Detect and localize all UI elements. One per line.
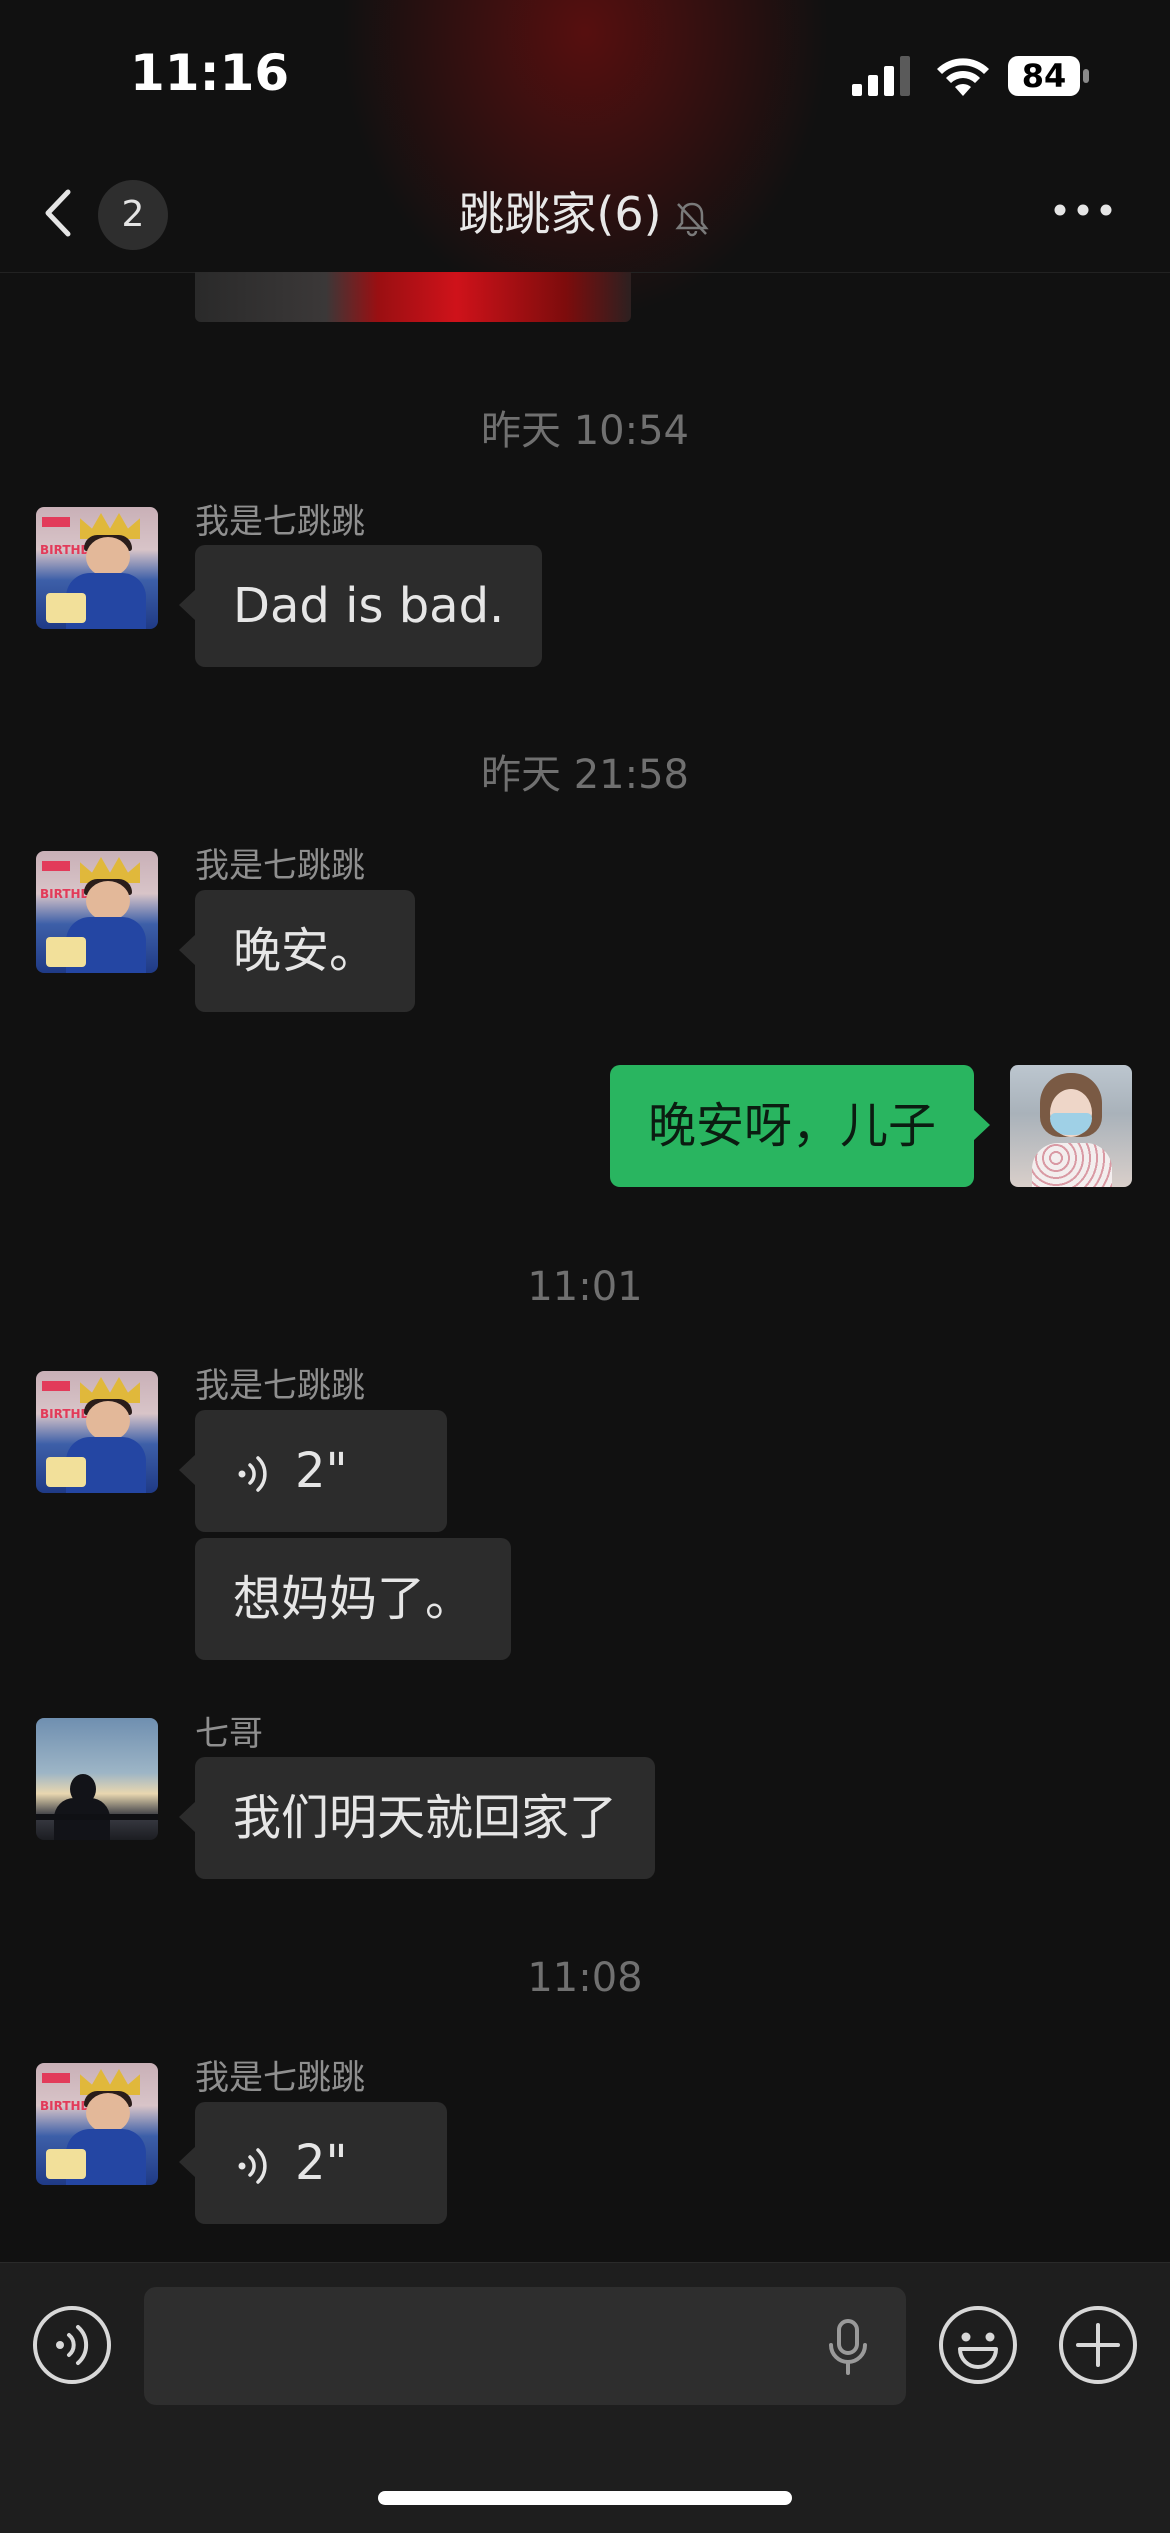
more-dots-icon[interactable] [1052, 188, 1114, 232]
voice-input-icon[interactable] [32, 2305, 112, 2385]
battery-icon: 84 [1008, 56, 1090, 96]
timestamp: 昨天 10:54 [481, 408, 689, 454]
status-bar: 11:16 84 [0, 0, 1170, 150]
battery-level: 84 [1021, 57, 1067, 95]
home-indicator[interactable] [378, 2491, 792, 2505]
voice-wave-icon [238, 1456, 267, 1492]
avatar[interactable]: BIRTHDAY [36, 851, 158, 973]
bell-slash-icon [674, 202, 709, 236]
my-avatar[interactable] [1010, 1065, 1132, 1187]
avatar[interactable]: BIRTHDAY [36, 507, 158, 629]
message-bubble[interactable]: 想妈妈了。 [195, 1538, 512, 1660]
message-bubble[interactable]: Dad is bad. [178, 545, 543, 667]
voice-duration: 2" [295, 1443, 348, 1499]
chat-title: 跳跳家(6) [458, 187, 662, 241]
microphone-icon[interactable] [826, 2319, 870, 2375]
message-bubble[interactable]: 晚安。 [178, 890, 416, 1012]
plus-icon[interactable] [1058, 2305, 1138, 2385]
avatar[interactable]: BIRTHDAY [36, 1371, 158, 1493]
timestamp: 11:08 [527, 1955, 643, 2001]
timestamp: 昨天 21:58 [481, 752, 689, 798]
previous-image-message[interactable] [195, 272, 631, 322]
sender-name: 我是七跳跳 [195, 846, 365, 886]
message-input[interactable] [144, 2287, 906, 2405]
sender-name: 我是七跳跳 [195, 2058, 365, 2098]
chat-title-container[interactable]: 跳跳家(6) [0, 178, 1170, 244]
voice-wave-icon [238, 2148, 267, 2184]
avatar[interactable] [36, 1718, 158, 1840]
avatar[interactable]: BIRTHDAY [36, 2063, 158, 2185]
sender-name: 七哥 [195, 1714, 263, 1754]
voice-duration: 2" [295, 2135, 348, 2191]
voice-message-bubble[interactable]: 2" [179, 1410, 447, 1532]
input-bar [0, 2262, 1170, 2533]
status-time: 11:16 [130, 44, 290, 102]
message-bubble[interactable]: 我们明天就回家了 [178, 1757, 656, 1879]
signal-icon [852, 56, 910, 96]
sender-name: 我是七跳跳 [195, 502, 365, 542]
emoji-icon[interactable] [938, 2305, 1018, 2385]
sender-name: 我是七跳跳 [195, 1366, 365, 1406]
voice-message-bubble[interactable]: 2" [179, 2102, 447, 2224]
wifi-icon [937, 58, 989, 96]
timestamp: 11:01 [527, 1264, 643, 1310]
my-message-bubble[interactable]: 晚安呀，儿子 [609, 1065, 991, 1187]
chat-header: 2 跳跳家(6) [0, 150, 1170, 273]
